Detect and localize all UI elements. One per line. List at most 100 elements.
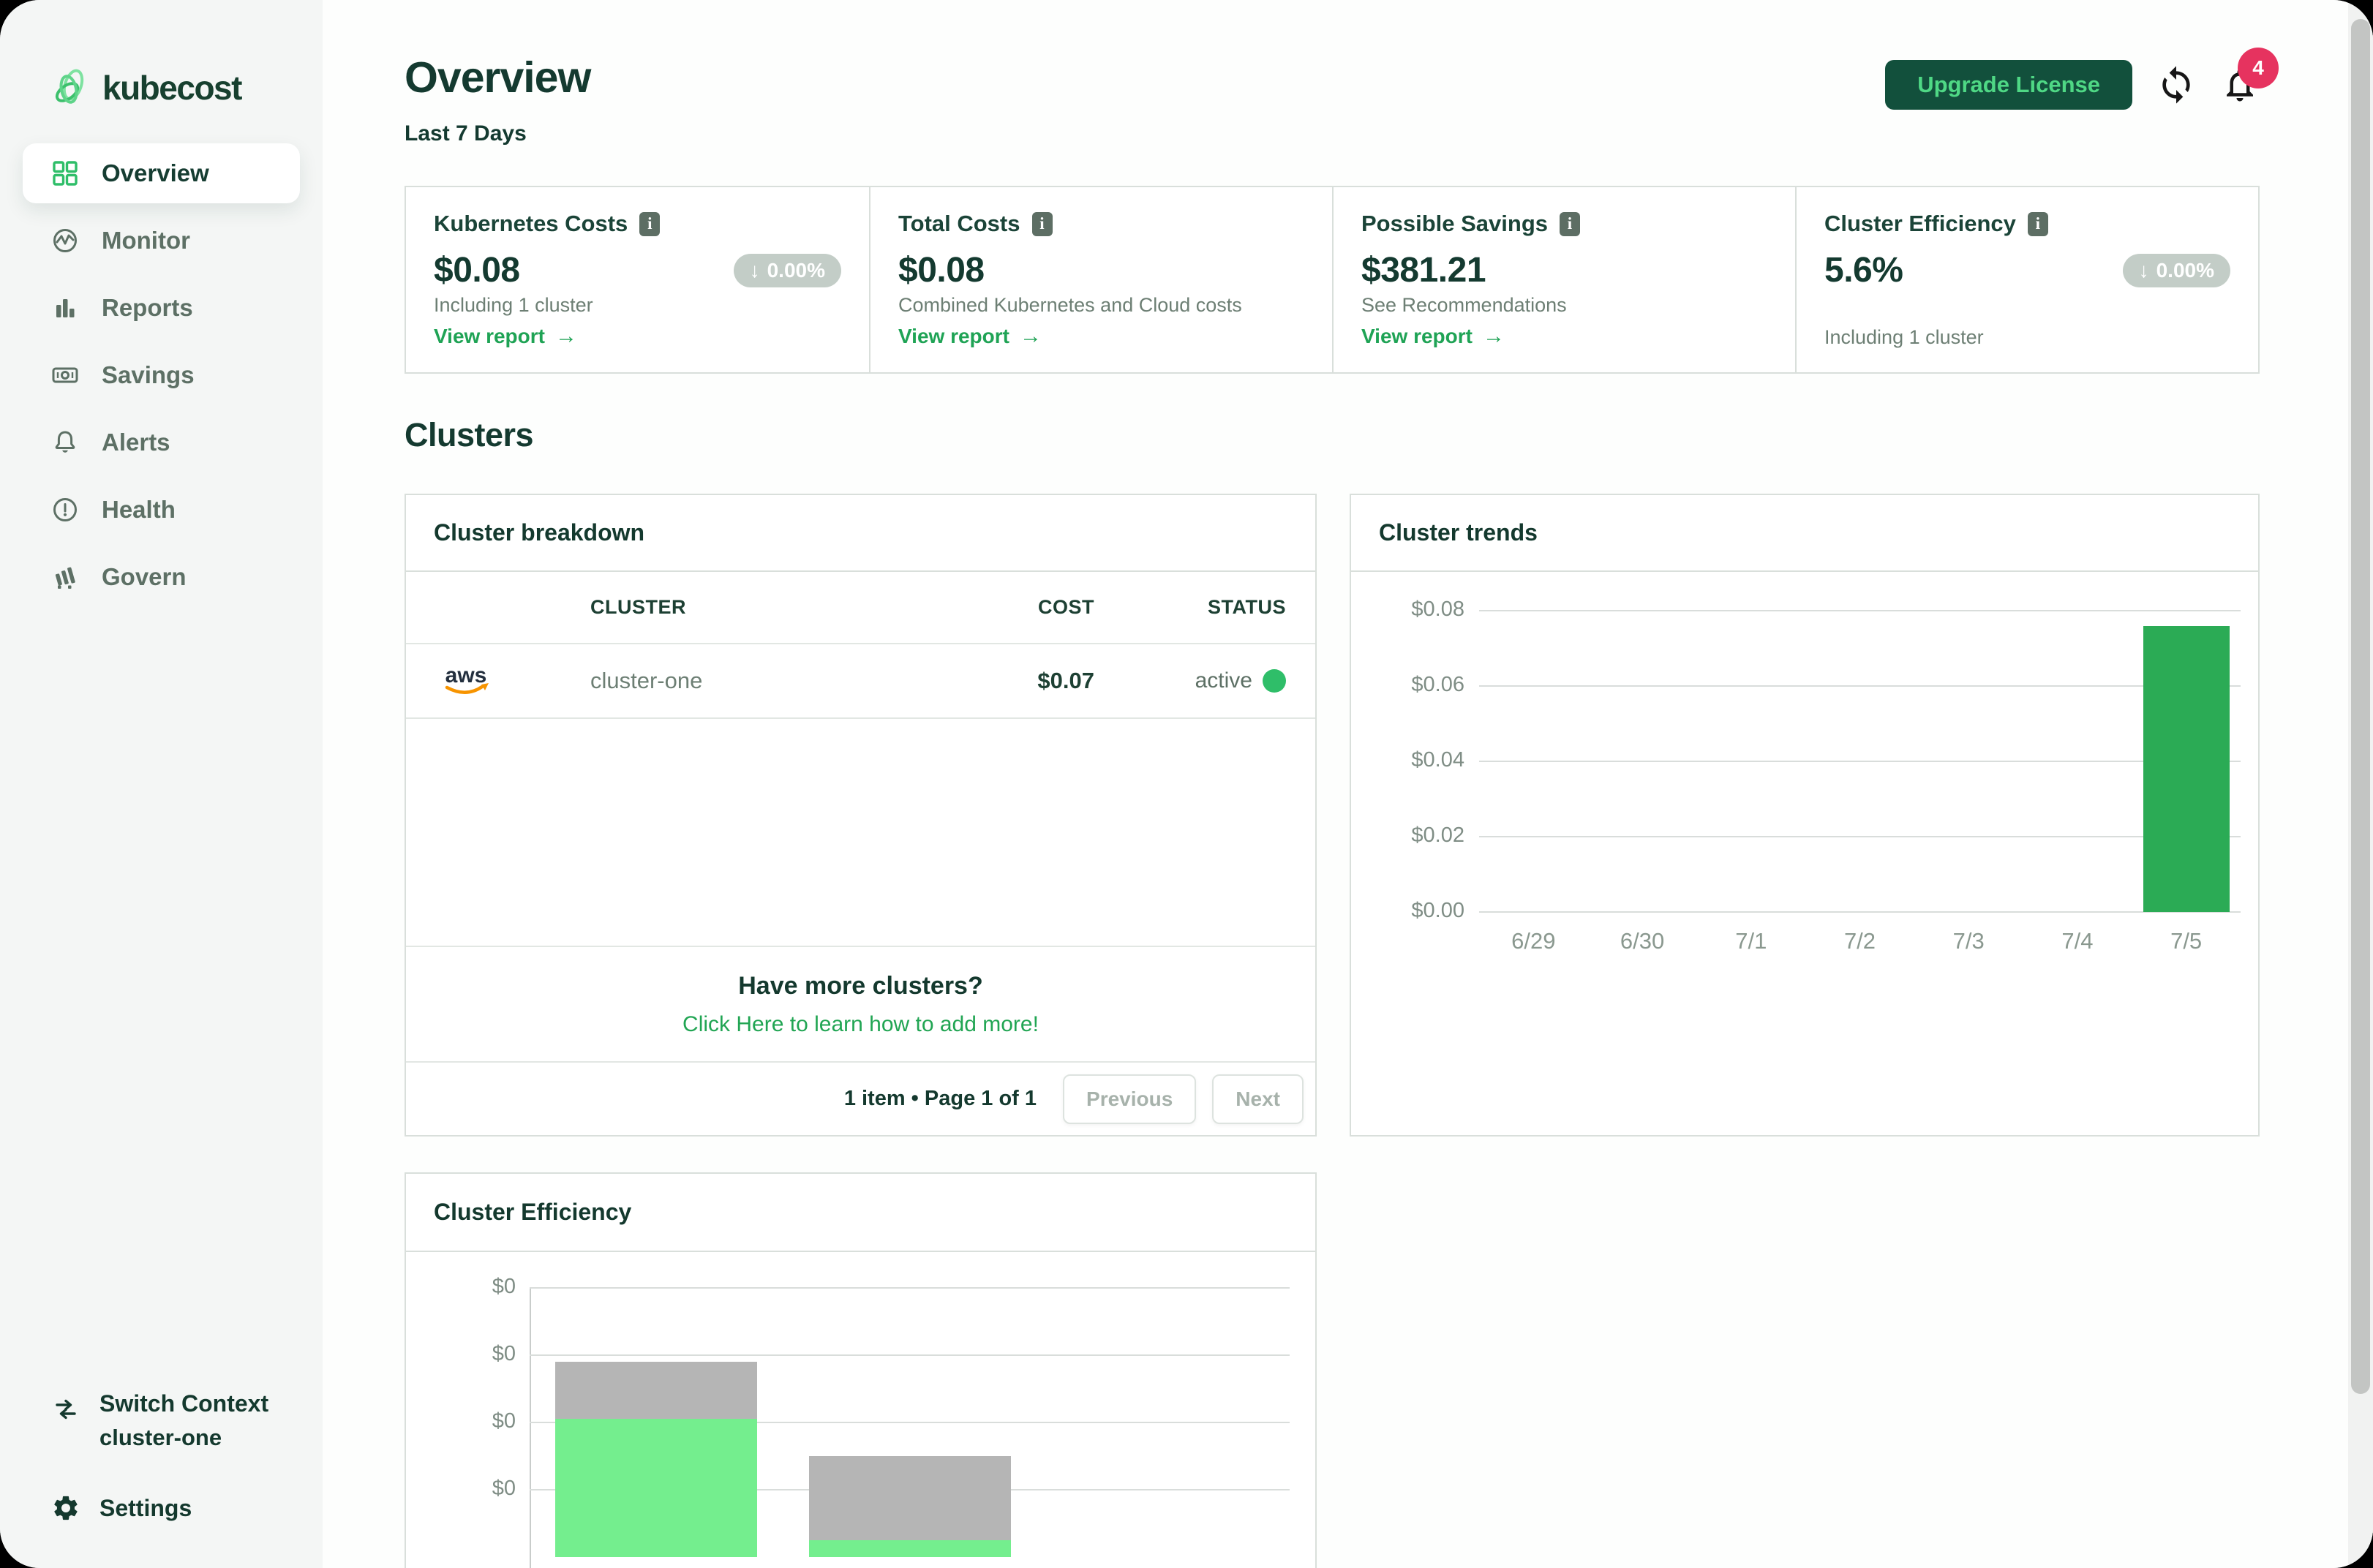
sidebar: kubecost Overview Monitor — [0, 0, 323, 1568]
kubecost-logo-icon — [51, 67, 89, 108]
column-header-status: STATUS — [1094, 596, 1286, 619]
gridline — [1479, 836, 2241, 837]
cluster-breakdown-title: Cluster breakdown — [406, 495, 1315, 572]
switch-context-button[interactable]: Switch Context cluster-one — [51, 1390, 268, 1451]
stat-title: Cluster Efficiency — [1824, 211, 2016, 237]
sidebar-item-reports[interactable]: Reports — [23, 278, 300, 338]
sidebar-item-health[interactable]: Health — [23, 480, 300, 540]
gear-icon — [51, 1493, 80, 1523]
sidebar-nav: Overview Monitor Reports — [0, 143, 323, 607]
gridline — [1479, 685, 2241, 687]
sidebar-item-alerts[interactable]: Alerts — [23, 412, 300, 472]
add-clusters-link[interactable]: Click Here to learn how to add more! — [682, 1012, 1039, 1037]
stacked-bar-idle — [809, 1456, 1011, 1540]
sidebar-footer: Switch Context cluster-one Settings — [51, 1390, 268, 1523]
sidebar-item-label: Govern — [102, 563, 187, 591]
stat-subtext: Combined Kubernetes and Cloud costs — [898, 294, 1304, 317]
page-scrollbar[interactable] — [2348, 0, 2373, 1568]
svg-text:aws: aws — [445, 663, 487, 687]
more-clusters-section: Have more clusters? Click Here to learn … — [406, 946, 1315, 1061]
stat-title: Total Costs — [898, 211, 1020, 237]
main-content: Overview Last 7 Days Upgrade License 4 — [323, 0, 2373, 1568]
upgrade-license-button[interactable]: Upgrade License — [1885, 60, 2132, 110]
info-icon[interactable]: i — [1032, 212, 1053, 236]
stat-card-possible-savings: Possible Savings i $381.21 See Recommend… — [1332, 187, 1795, 372]
view-report-link[interactable]: View report→ — [434, 324, 841, 349]
info-icon[interactable]: i — [2028, 212, 2048, 236]
y-tick-label: $0 — [406, 1409, 516, 1433]
view-report-link[interactable]: View report→ — [898, 324, 1304, 349]
table-empty-space — [406, 719, 1315, 946]
cluster-status: active — [1094, 668, 1286, 693]
stat-card-kubernetes-costs: Kubernetes Costs i $0.08 ↓0.00% Includin… — [406, 187, 869, 372]
scrollbar-thumb[interactable] — [2351, 19, 2370, 1394]
clusters-section-heading: Clusters — [405, 416, 2373, 454]
info-icon[interactable]: i — [1560, 212, 1580, 236]
bell-icon — [50, 428, 80, 457]
swap-arrows-icon — [51, 1395, 80, 1424]
sidebar-item-label: Savings — [102, 361, 195, 389]
stat-subtext: See Recommendations — [1361, 294, 1767, 317]
sidebar-item-savings[interactable]: Savings — [23, 345, 300, 405]
sidebar-item-monitor[interactable]: Monitor — [23, 211, 300, 271]
cluster-trends-chart: $0.08$0.06$0.04$0.02$0.006/296/307/17/27… — [1351, 572, 2258, 1135]
notifications-button[interactable]: 4 — [2220, 65, 2260, 105]
y-tick-label: $0.06 — [1351, 673, 1464, 697]
sidebar-item-label: Reports — [102, 294, 193, 322]
delta-badge: ↓0.00% — [734, 254, 841, 287]
pillars-icon — [50, 562, 80, 592]
next-page-button[interactable]: Next — [1212, 1074, 1304, 1124]
y-tick-label: $0.02 — [1351, 823, 1464, 848]
view-report-link[interactable]: View report→ — [1361, 324, 1767, 349]
cluster-efficiency-card: Cluster Efficiency $0$0$0$0 — [405, 1172, 1317, 1568]
sidebar-item-overview[interactable]: Overview — [23, 143, 300, 203]
table-header-row: CLUSTER COST STATUS — [406, 572, 1315, 644]
x-tick-label: 7/3 — [1914, 928, 2023, 954]
y-tick-label: $0.08 — [1351, 598, 1464, 622]
arrow-right-icon: → — [1020, 324, 1042, 349]
refresh-button[interactable] — [2156, 64, 2197, 105]
stacked-bar-used — [555, 1419, 757, 1557]
pagination-bar: 1 item • Page 1 of 1 Previous Next — [406, 1061, 1315, 1135]
delta-badge: ↓0.00% — [2123, 254, 2230, 287]
gridline — [1479, 610, 2241, 611]
sidebar-item-label: Overview — [102, 159, 209, 187]
x-tick-label: 7/2 — [1805, 928, 1914, 954]
page-title: Overview — [405, 53, 590, 102]
date-range-label: Last 7 Days — [405, 121, 590, 146]
sidebar-item-label: Monitor — [102, 227, 190, 255]
cluster-efficiency-chart: $0$0$0$0 — [406, 1252, 1315, 1568]
topbar-controls: Upgrade License 4 — [1885, 60, 2260, 110]
kubecost-logo[interactable]: kubecost — [0, 0, 323, 108]
exclamation-circle-icon — [50, 495, 80, 524]
stat-title: Possible Savings — [1361, 211, 1548, 237]
gridline — [1479, 761, 2241, 762]
gridline — [1479, 911, 2241, 913]
cluster-name: cluster-one — [590, 668, 970, 694]
screen: kubecost Overview Monitor — [0, 0, 2373, 1568]
monitor-icon — [50, 226, 80, 255]
status-dot-green — [1263, 669, 1286, 693]
stat-subtext: Including 1 cluster — [434, 294, 841, 317]
y-tick-label: $0 — [406, 1275, 516, 1299]
notification-count-badge: 4 — [2238, 48, 2279, 88]
stat-value: 5.6% — [1824, 250, 1903, 290]
stat-value: $0.08 — [898, 250, 985, 290]
y-tick-label: $0.00 — [1351, 899, 1464, 923]
x-tick-label: 7/4 — [2023, 928, 2132, 954]
pagination-summary: 1 item • Page 1 of 1 — [844, 1087, 1037, 1111]
x-tick-label: 6/29 — [1479, 928, 1588, 954]
aws-logo: aws — [435, 660, 590, 701]
stats-row: Kubernetes Costs i $0.08 ↓0.00% Includin… — [405, 186, 2260, 374]
stat-card-cluster-efficiency: Cluster Efficiency i 5.6% ↓0.00% Includi… — [1795, 187, 2258, 372]
cluster-cost: $0.07 — [970, 668, 1094, 694]
gridline — [530, 1354, 1290, 1356]
previous-page-button[interactable]: Previous — [1063, 1074, 1196, 1124]
sidebar-item-govern[interactable]: Govern — [23, 547, 300, 607]
grid-icon — [50, 159, 80, 188]
table-row[interactable]: aws cluster-one $0.07 active — [406, 644, 1315, 719]
settings-button[interactable]: Settings — [51, 1493, 268, 1523]
info-icon[interactable]: i — [639, 212, 660, 236]
y-axis-line — [530, 1288, 531, 1568]
arrow-down-icon: ↓ — [2139, 259, 2149, 282]
